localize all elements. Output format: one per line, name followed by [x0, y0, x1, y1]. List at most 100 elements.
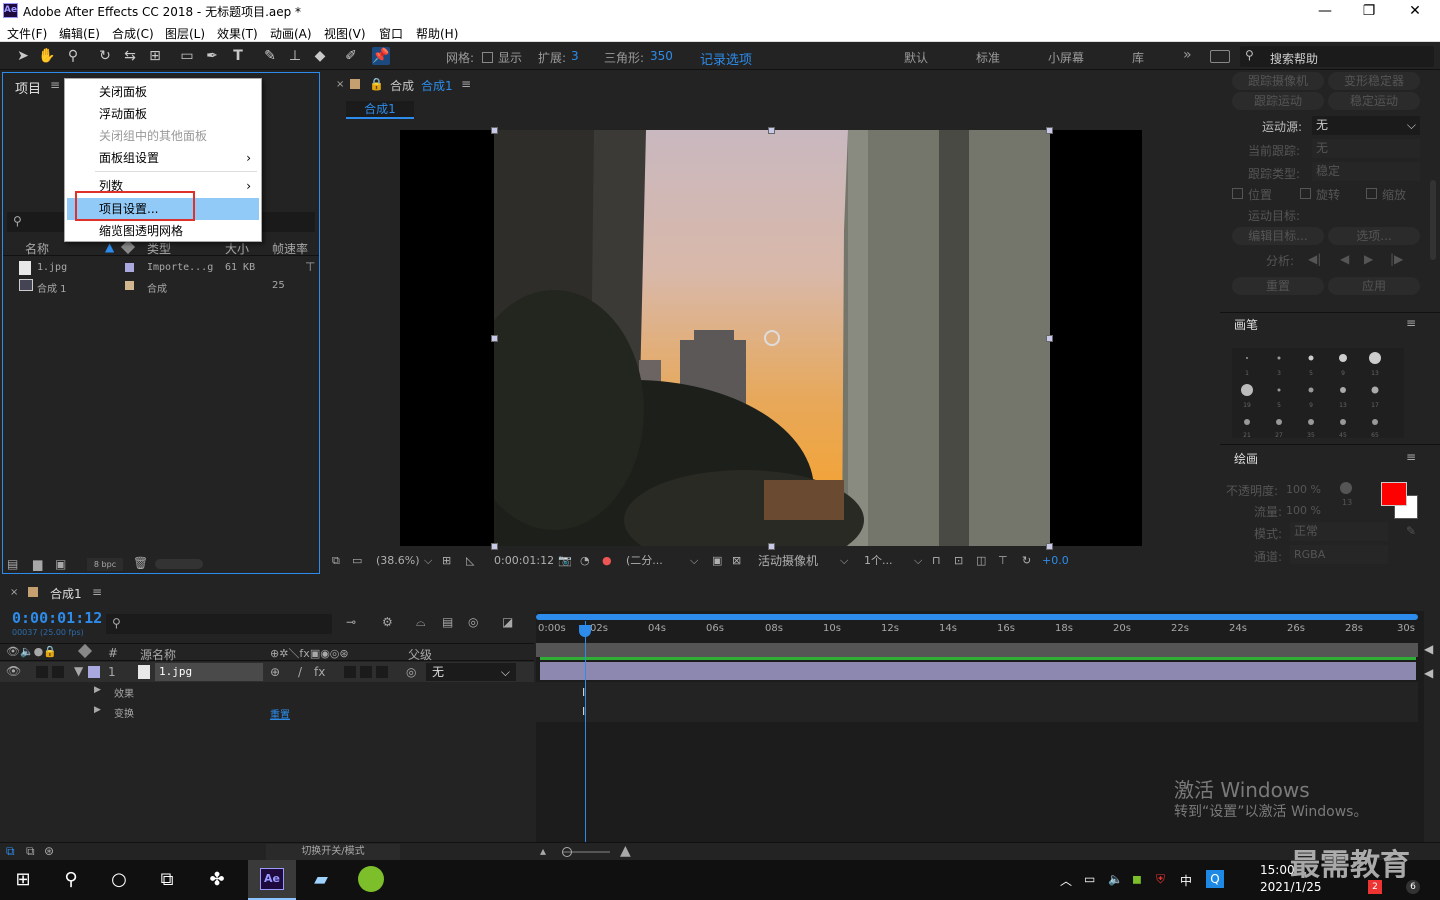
start-button-icon[interactable]: ⊞	[8, 866, 38, 894]
volume-icon[interactable]: 🔈	[1108, 872, 1123, 886]
rotate-tool-icon[interactable]: ↻	[96, 47, 114, 65]
new-folder-icon[interactable]: ▆	[33, 557, 42, 571]
expand-value[interactable]: 3	[571, 49, 579, 63]
panel-menu-icon[interactable]: ≡	[50, 78, 60, 92]
column-source-name[interactable]: 源名称	[140, 646, 176, 663]
ime-indicator[interactable]: 中	[1180, 872, 1192, 889]
time-ruler[interactable]: 0:00s 02s 04s 06s 08s 10s 12s 14s 16s 18…	[536, 621, 1424, 641]
track-motion-button[interactable]: 跟踪运动	[1232, 92, 1324, 110]
pixel-aspect-icon[interactable]: ⊡	[954, 552, 963, 570]
menu-file[interactable]: 文件(F)	[7, 25, 47, 42]
column-type[interactable]: 类型	[147, 240, 171, 257]
comp-tab-name[interactable]: 合成1	[421, 77, 453, 94]
effects-row[interactable]: ▶ 效果	[0, 682, 534, 702]
project-item-row[interactable]: 1.jpg Importe...g 61 KB ⊤	[3, 259, 319, 277]
paint-panel-title[interactable]: 绘画	[1234, 450, 1258, 467]
layer-end-icon[interactable]: ◀	[1424, 666, 1433, 680]
always-preview-icon[interactable]: ⧉	[332, 552, 340, 570]
notepad-app-icon[interactable]: ▰	[306, 866, 336, 894]
region-of-interest-icon[interactable]: ▣	[712, 552, 722, 570]
eye-icon[interactable]: 👁	[6, 664, 21, 678]
layer-name[interactable]: 1.jpg	[155, 663, 263, 681]
panel-menu-icon[interactable]: ≡	[1406, 316, 1416, 330]
column-fps[interactable]: 帧速率	[272, 240, 308, 257]
close-tab-icon[interactable]: ×	[10, 587, 18, 598]
project-item-row[interactable]: 合成 1 合成 25	[3, 277, 319, 295]
graph-editor-icon[interactable]: ◪	[502, 615, 513, 629]
track-camera-button[interactable]: 跟踪摄像机	[1232, 72, 1324, 90]
menu-item-close-panel[interactable]: 关闭面板	[65, 81, 261, 103]
workspace-libraries[interactable]: 库	[1132, 49, 1144, 66]
transparency-grid-icon[interactable]: ⊠	[732, 552, 741, 570]
green-app-icon[interactable]	[358, 866, 384, 892]
menu-item-thumbnail-transparency-grid[interactable]: 缩览图透明网格	[65, 220, 261, 242]
zoom-dropdown[interactable]: (38.6%)	[376, 552, 420, 570]
pinwheel-app-icon[interactable]: ✤	[202, 866, 232, 894]
motion-blur-toggle[interactable]	[360, 666, 372, 678]
rectangle-tool-icon[interactable]: ▭	[178, 47, 196, 65]
warp-stabilizer-button[interactable]: 变形稳定器	[1328, 72, 1420, 90]
stabilize-motion-button[interactable]: 稳定运动	[1328, 92, 1420, 110]
menu-edit[interactable]: 编辑(E)	[59, 25, 100, 42]
layer-label-color[interactable]	[88, 666, 100, 678]
expand-arrow-icon[interactable]: ▶	[94, 685, 101, 695]
anchor-point-icon[interactable]	[764, 330, 780, 346]
reset-exposure-icon[interactable]: ↻	[1022, 552, 1031, 570]
flowchart-icon[interactable]: ⊤	[305, 260, 315, 274]
action-center-badge[interactable]: 6	[1406, 880, 1420, 894]
minimize-button[interactable]: —	[1302, 1, 1348, 21]
menu-window[interactable]: 窗口	[379, 25, 403, 42]
toggle-view-icon[interactable]: ⊓	[932, 552, 941, 570]
channels-icon[interactable]: ●	[602, 552, 612, 570]
zoom-out-icon[interactable]: ▴	[540, 844, 546, 858]
search-help-field[interactable]: ⚲ 搜索帮助	[1240, 46, 1434, 67]
exposure-value[interactable]: +0.0	[1042, 552, 1069, 570]
foreground-color-swatch[interactable]	[1381, 482, 1407, 506]
show-snapshot-icon[interactable]: ◔	[580, 552, 590, 570]
mask-visibility-icon[interactable]: ◺	[466, 552, 474, 570]
layer-handle[interactable]	[491, 127, 498, 134]
column-parent[interactable]: 父级	[408, 646, 432, 663]
views-dropdown[interactable]: 1个...	[864, 552, 893, 570]
menu-item-panel-group-settings[interactable]: 面板组设置 ›	[65, 147, 261, 169]
network-icon[interactable]: ▭	[1084, 872, 1095, 886]
quality-switch-icon[interactable]: /	[298, 665, 302, 679]
comp-breadcrumb[interactable]: 合成1	[346, 101, 414, 119]
shy-layers-icon[interactable]: ⌓	[416, 615, 426, 630]
snapshot-icon[interactable]: 📷	[558, 552, 572, 570]
toggle-switches-modes-button[interactable]: 切换开关/模式	[266, 844, 400, 860]
layer-handle[interactable]	[1046, 335, 1053, 342]
search-icon[interactable]: ⚲	[56, 866, 86, 894]
current-time-display[interactable]: 0:00:01:12	[494, 552, 554, 570]
timeline-tab[interactable]: 合成1	[50, 585, 82, 602]
roto-brush-tool-icon[interactable]: ✐	[342, 47, 360, 65]
transform-row[interactable]: ▶ 变换 重置	[0, 702, 534, 722]
zoom-in-icon[interactable]: ▲	[620, 843, 631, 859]
expand-arrow-icon[interactable]: ▶	[94, 705, 101, 715]
bpc-button[interactable]: 8 bpc	[87, 558, 123, 571]
pen-tool-icon[interactable]: ✒	[203, 47, 221, 65]
right-panel-scrollbar[interactable]	[1430, 180, 1436, 260]
monitor-icon[interactable]: ▭	[352, 552, 362, 570]
resolution-dropdown[interactable]: (二分...	[626, 552, 663, 570]
work-area-bar[interactable]	[536, 614, 1418, 620]
solo-toggle[interactable]	[52, 666, 64, 678]
pan-behind-tool-icon[interactable]: ⊞	[146, 47, 164, 65]
comp-button-icon[interactable]: ◀	[1424, 642, 1433, 656]
parent-select[interactable]: 无 ⌵	[426, 663, 516, 681]
draft-3d-icon[interactable]: ⚙	[382, 615, 393, 629]
type-tool-icon[interactable]: T	[229, 47, 247, 65]
close-tab-icon[interactable]: ×	[336, 79, 344, 90]
workspace-menu-icon[interactable]	[1210, 50, 1230, 63]
record-options-button[interactable]: 记录选项	[700, 49, 752, 68]
panel-menu-icon[interactable]: ≡	[1406, 450, 1416, 464]
playhead-line[interactable]	[585, 621, 586, 843]
brush-tool-icon[interactable]: ✎	[261, 47, 279, 65]
interpret-footage-icon[interactable]: ▤	[7, 557, 18, 571]
qq-icon[interactable]: Q	[1206, 870, 1224, 888]
layer-switches-icon[interactable]: ⧉	[6, 844, 15, 859]
cortana-icon[interactable]: ○	[104, 866, 134, 894]
timeline-timecode[interactable]: 0:00:01:12	[12, 609, 102, 627]
hand-tool-icon[interactable]: ✋	[38, 47, 56, 65]
frame-blending-icon[interactable]: ▤	[442, 615, 453, 629]
